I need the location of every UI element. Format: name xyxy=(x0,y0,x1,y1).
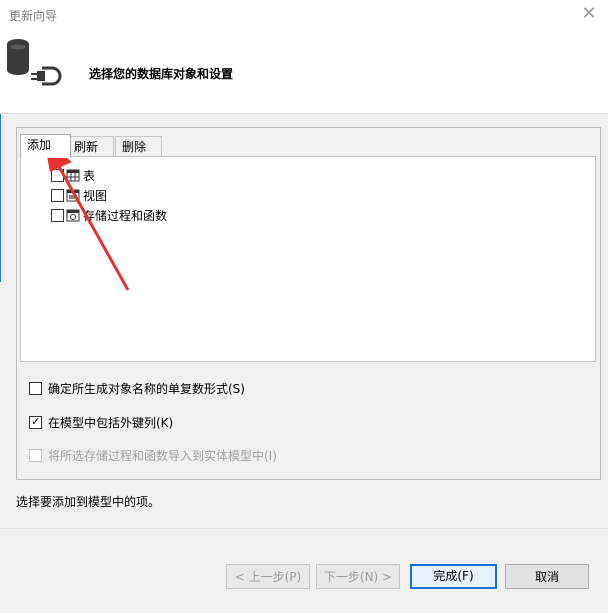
footer-divider xyxy=(0,528,608,529)
option-label: 在模型中包括外键列(K) xyxy=(48,416,174,430)
table-icon xyxy=(66,169,80,182)
option-label: 将所选存储过程和函数导入到实体模型中(I) xyxy=(48,449,277,463)
status-text: 选择要添加到模型中的项。 xyxy=(16,495,161,509)
tab-panel-add: 表 视图 存储过程和函数 xyxy=(20,156,596,362)
tree-checkbox[interactable] xyxy=(51,208,64,222)
close-button[interactable]: ✕ xyxy=(576,3,602,25)
import-procedures-checkbox xyxy=(29,449,42,462)
pluralize-checkbox[interactable] xyxy=(29,382,42,395)
wizard-header: 选择您的数据库对象和设置 xyxy=(0,30,608,114)
tree-item-label: 表 xyxy=(83,168,96,183)
tab-delete[interactable]: 删除 xyxy=(115,136,162,157)
cancel-button[interactable]: 取消 xyxy=(505,564,589,589)
option-pluralize[interactable]: 确定所生成对象名称的单复数形式(S) xyxy=(29,380,245,397)
tree-item-tables[interactable]: 表 xyxy=(51,166,95,184)
next-button: 下一步(N) > xyxy=(316,564,400,589)
title-bar: 更新向导 ✕ xyxy=(0,0,608,30)
window-edge-highlight xyxy=(0,114,1,282)
tree-item-label: 存储过程和函数 xyxy=(83,208,168,223)
option-import-procedures: 将所选存储过程和函数导入到实体模型中(I) xyxy=(29,447,277,464)
foreign-keys-checkbox[interactable]: ✓ xyxy=(29,416,42,429)
tree-checkbox[interactable] xyxy=(51,168,64,182)
close-icon: ✕ xyxy=(581,3,597,24)
tree-checkbox[interactable] xyxy=(51,188,64,202)
tree-item-label: 视图 xyxy=(83,188,108,203)
window-title: 更新向导 xyxy=(9,9,58,23)
tree-item-views[interactable]: 视图 xyxy=(51,186,107,204)
tree-item-stored-procedures[interactable]: 存储过程和函数 xyxy=(51,206,167,224)
tab-refresh[interactable]: 刷新 xyxy=(67,136,114,157)
option-label: 确定所生成对象名称的单复数形式(S) xyxy=(48,382,245,396)
tab-label: 添加 xyxy=(27,138,52,152)
tab-add[interactable]: 添加 xyxy=(20,134,71,158)
database-plug-icon xyxy=(7,39,62,86)
previous-button: < 上一步(P) xyxy=(226,564,310,589)
tab-label: 删除 xyxy=(122,140,147,154)
tab-label: 刷新 xyxy=(74,140,99,154)
option-include-foreign-keys[interactable]: ✓ 在模型中包括外键列(K) xyxy=(29,414,173,431)
finish-button[interactable]: 完成(F) xyxy=(410,564,497,589)
view-icon xyxy=(66,189,80,202)
page-title: 选择您的数据库对象和设置 xyxy=(89,67,234,81)
stored-procedure-icon xyxy=(66,209,80,222)
checkmark-icon: ✓ xyxy=(31,415,41,428)
